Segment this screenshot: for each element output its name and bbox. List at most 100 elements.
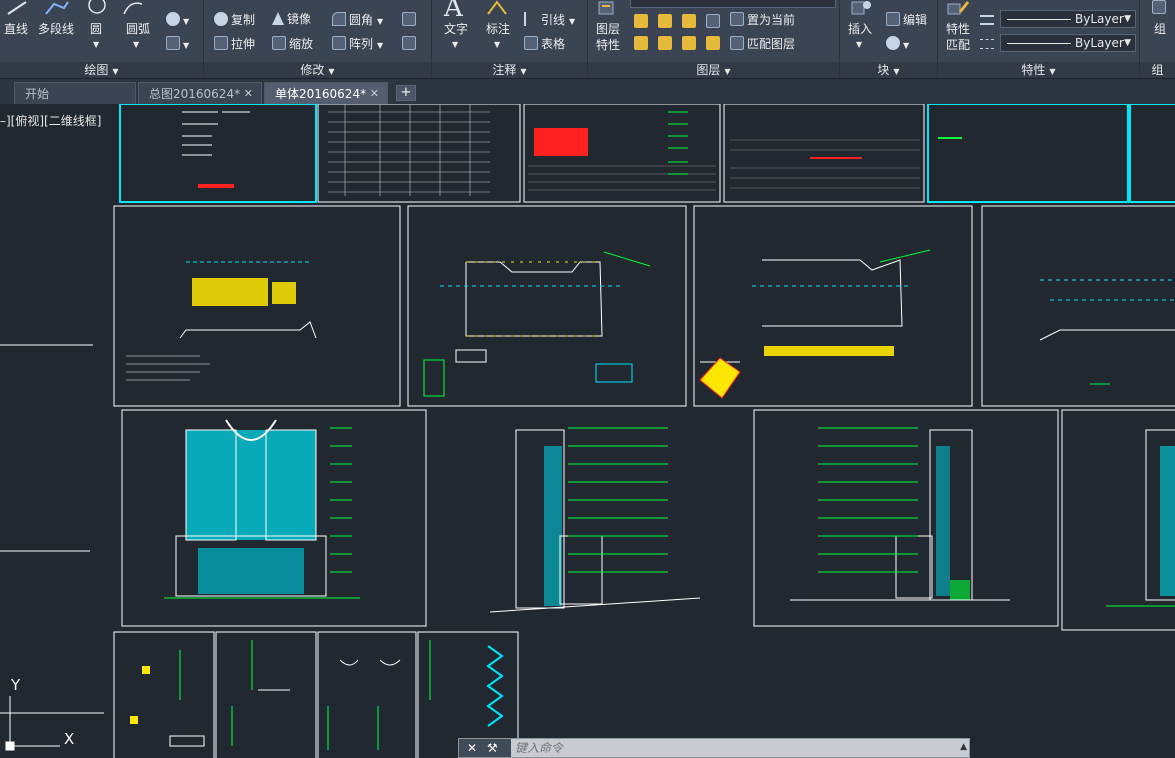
- dimension-dropdown-icon[interactable]: ▼: [494, 38, 500, 52]
- hatch-button[interactable]: ▼: [166, 12, 189, 29]
- explode-icon: [402, 12, 416, 26]
- text-dropdown-icon[interactable]: ▼: [452, 38, 458, 52]
- legend-red-block: [534, 128, 588, 156]
- fillet-icon: [332, 12, 346, 26]
- drawing-sheet[interactable]: [317, 631, 417, 758]
- drawing-sheet[interactable]: [407, 205, 687, 407]
- layer-tool-2[interactable]: [658, 14, 675, 29]
- block-group-label: 块: [877, 63, 890, 77]
- hatch-icon: [166, 12, 180, 26]
- tab-building[interactable]: 单体20160624* ✕: [264, 82, 388, 104]
- block-edit-icon: [886, 12, 900, 26]
- layers-group-footer[interactable]: 图层 ▼: [588, 62, 839, 78]
- annotation-group-footer[interactable]: 注释 ▼: [432, 62, 587, 78]
- set-current-icon: [730, 12, 744, 26]
- drawing-canvas[interactable]: [0, 104, 1175, 758]
- match-properties-label-2: 匹配: [946, 38, 971, 52]
- schedule-table: [328, 104, 490, 196]
- drawing-sheet[interactable]: [215, 631, 317, 758]
- match-properties-button[interactable]: 特性 匹配: [946, 22, 970, 52]
- layer-tool-6[interactable]: [658, 36, 675, 51]
- circle-dropdown-icon[interactable]: ▼: [93, 38, 99, 52]
- layer-tool-4[interactable]: [706, 14, 723, 29]
- drawing-sheet[interactable]: [1061, 409, 1175, 631]
- tab-site-plan[interactable]: 总图20160624* ✕: [138, 82, 262, 104]
- layer-properties-button[interactable]: 图层 特性: [596, 22, 620, 52]
- arc-label: 圆弧: [126, 22, 151, 36]
- circle-button[interactable]: 圆: [90, 22, 102, 36]
- drawing-sheet[interactable]: [723, 104, 925, 203]
- layer-tool-3[interactable]: [682, 14, 699, 29]
- groups-group-footer[interactable]: 组: [1140, 62, 1175, 78]
- mirror-icon: [272, 12, 284, 25]
- group-button[interactable]: 组: [1154, 22, 1166, 36]
- block-attributes-button[interactable]: ▼: [886, 36, 909, 53]
- leader-icon: [524, 12, 538, 26]
- copy-button[interactable]: 复制: [214, 12, 255, 27]
- match-layer-button[interactable]: 匹配图层: [730, 36, 795, 51]
- close-icon[interactable]: ✕: [370, 83, 379, 105]
- tab-building-label: 单体20160624*: [275, 87, 367, 101]
- insert-button[interactable]: 插入: [848, 22, 872, 36]
- mirror-button[interactable]: 镜像: [272, 12, 311, 26]
- offset-button[interactable]: [402, 36, 419, 51]
- chevron-down-icon: ▼: [1124, 14, 1131, 24]
- layer-lock-icon: [706, 14, 720, 28]
- lineweight-value: ByLayer: [1075, 36, 1124, 50]
- dimension-button[interactable]: 标注: [486, 22, 510, 36]
- chevron-up-icon[interactable]: ▲: [960, 742, 967, 752]
- stretch-label: 拉伸: [231, 37, 256, 51]
- boundary-icon: [166, 36, 180, 50]
- layer-dropdown[interactable]: [630, 0, 836, 8]
- dimension-label: 标注: [486, 22, 511, 36]
- modify-group-footer[interactable]: 修改 ▼: [204, 62, 431, 78]
- arc-button[interactable]: 圆弧: [126, 22, 150, 36]
- scale-button[interactable]: 缩放: [272, 36, 313, 51]
- close-icon[interactable]: ✕: [467, 741, 477, 755]
- drawing-viewport[interactable]: –][俯视][二维线框] Y X: [0, 104, 1175, 758]
- polyline-label: 多段线: [38, 22, 75, 36]
- block-edit-button[interactable]: 编辑: [886, 12, 927, 27]
- set-current-button[interactable]: 置为当前: [730, 12, 795, 27]
- layer-unisolate-icon: [658, 36, 672, 50]
- text-button[interactable]: 文字: [444, 22, 468, 36]
- layer-tool-7[interactable]: [682, 36, 699, 51]
- expand-arrow-icon: ▼: [724, 67, 731, 76]
- tab-start[interactable]: 开始: [14, 82, 136, 104]
- drawing-sheet[interactable]: [317, 104, 521, 203]
- layer-tool-1[interactable]: [634, 14, 651, 29]
- boundary-button[interactable]: ▼: [166, 36, 189, 53]
- properties-group-footer[interactable]: 特性 ▼: [938, 62, 1139, 78]
- polyline-button[interactable]: 多段线: [38, 22, 74, 36]
- block-group-footer[interactable]: 块 ▼: [840, 62, 937, 78]
- draw-group-footer[interactable]: 绘图 ▼: [0, 62, 203, 78]
- leader-button[interactable]: 引线 ▼: [524, 12, 575, 29]
- lineweight-dropdown[interactable]: ByLayer ▼: [1000, 34, 1136, 52]
- circle-icon: [88, 0, 106, 14]
- drawing-sheet[interactable]: [981, 205, 1175, 407]
- new-tab-button[interactable]: +: [396, 85, 416, 101]
- drawing-sheet[interactable]: [113, 631, 215, 758]
- chevron-down-icon: ▼: [1124, 38, 1131, 48]
- line-button[interactable]: 直线: [4, 22, 28, 36]
- layer-tool-8[interactable]: [706, 36, 723, 51]
- drawing-sheet[interactable]: [927, 104, 1129, 203]
- fillet-button[interactable]: 圆角 ▼: [332, 12, 383, 29]
- explode-button[interactable]: [402, 12, 419, 27]
- table-button[interactable]: 表格: [524, 36, 565, 51]
- close-icon[interactable]: ✕: [244, 83, 253, 105]
- command-line[interactable]: ✕ ⚒ ▲: [458, 738, 970, 758]
- scale-icon: [272, 36, 286, 50]
- wrench-icon[interactable]: ⚒: [487, 741, 498, 755]
- insert-label: 插入: [848, 22, 873, 36]
- arc-dropdown-icon[interactable]: ▼: [133, 38, 139, 52]
- array-button[interactable]: 阵列 ▼: [332, 36, 383, 53]
- insert-dropdown-icon[interactable]: ▼: [856, 38, 862, 52]
- command-input[interactable]: [515, 740, 935, 756]
- stretch-button[interactable]: 拉伸: [214, 36, 255, 51]
- groups-group-label: 组: [1151, 63, 1164, 77]
- drawing-sheet[interactable]: [1129, 104, 1175, 203]
- layer-tool-5[interactable]: [634, 36, 651, 51]
- linetype-dropdown[interactable]: ByLayer ▼: [1000, 10, 1136, 28]
- building-elevation: [164, 419, 360, 599]
